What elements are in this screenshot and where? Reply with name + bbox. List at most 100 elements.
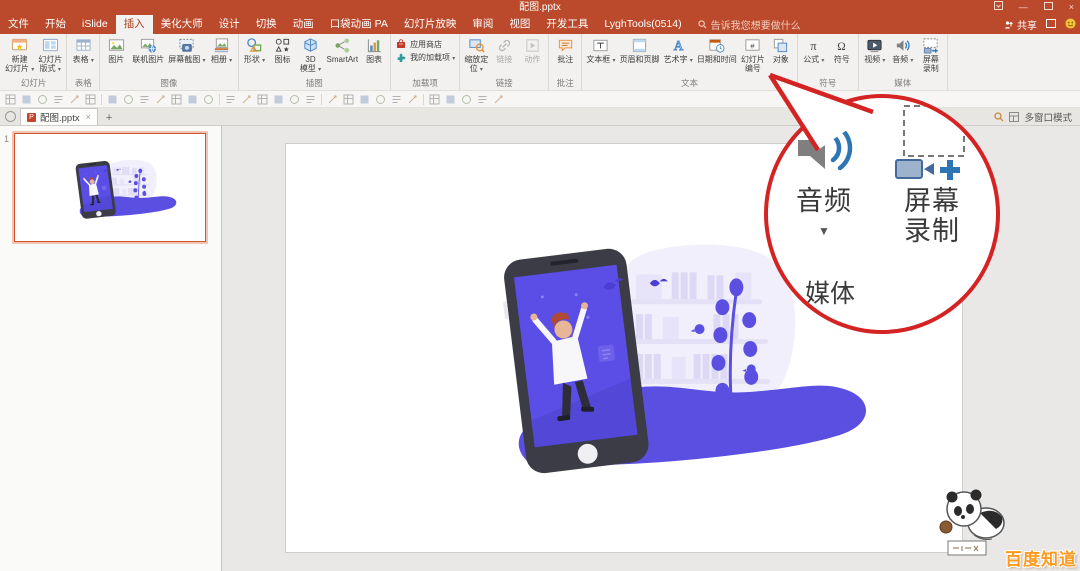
toolstrip-icon[interactable] [139,94,150,105]
tab-animations[interactable]: 动画 [285,15,322,34]
toolstrip-icon[interactable] [343,94,354,105]
tab-lyghtools[interactable]: LyghTools(0514) [596,15,689,34]
ribbon-button-action[interactable]: 动作 [518,35,546,78]
ribbon-button-store[interactable]: 应用商店 [393,38,457,50]
close-button[interactable]: × [1069,0,1074,15]
tab-design[interactable]: 设计 [211,15,248,34]
ribbon-button-album[interactable]: 相册 ▾ [208,35,236,78]
ribbon-button-video[interactable]: 视频 ▾ [861,35,889,78]
toolstrip-icon[interactable] [5,94,16,105]
toolstrip-icon[interactable] [203,94,214,105]
toolstrip-icon[interactable] [477,94,488,105]
tab-meihua-dashi[interactable]: 美化大师 [153,15,211,34]
ribbon-button-symbol[interactable]: Ω 符号 [828,35,856,78]
ribbon-button-new-slide[interactable]: 新建 幻灯片 ▾ [3,35,36,78]
toolstrip-icon[interactable] [257,94,268,105]
docbar-right: 多窗口模式 [994,108,1080,125]
tab-islide[interactable]: iSlide [74,15,116,34]
multi-window-mode-label[interactable]: 多窗口模式 [1024,110,1072,124]
tab-developer[interactable]: 开发工具 [538,15,596,34]
tab-insert[interactable]: 插入 [115,15,153,34]
ribbon-button-icons[interactable]: 图标 [269,35,297,78]
ribbon-group-label-comments: 批注 [556,78,574,88]
toolstrip-icon[interactable] [407,94,418,105]
clock-icon[interactable] [5,111,16,122]
tell-me-search[interactable]: 告诉我您想要做什么 [690,15,809,34]
audio-button-magnified[interactable]: 音频 [782,186,866,216]
ribbon-button-datetime[interactable]: 日期和时间 [695,35,739,78]
ribbon-button-smartart[interactable]: SmartArt [325,35,361,78]
toolstrip-icon[interactable] [37,94,48,105]
screen-record-button-magnified[interactable]: 屏幕 录制 [890,186,974,246]
ribbon-button-comment[interactable]: 批注 [551,35,579,78]
toolstrip-icon[interactable] [273,94,284,105]
wordart-icon: A [670,37,687,54]
toolstrip-icon[interactable] [107,94,118,105]
toolstrip-icon[interactable] [327,94,338,105]
toolstrip-icon[interactable] [241,94,252,105]
toolstrip-icon[interactable] [21,94,32,105]
toolstrip-icon[interactable] [359,94,370,105]
tab-slideshow[interactable]: 幻灯片放映 [396,15,465,34]
toolstrip-icon[interactable] [187,94,198,105]
document-tab-active[interactable]: P 配图.pptx × [20,108,98,125]
ribbon-button-slide-number[interactable]: # 幻灯片 编号 [739,35,767,78]
ribbon-display-options-icon[interactable] [993,0,1003,15]
share-button[interactable]: 共享 [1004,17,1037,32]
ribbon-button-header-footer[interactable]: 页眉和页脚 [618,35,662,78]
toolstrip-icon[interactable] [375,94,386,105]
ribbon-button-table[interactable]: 表格 ▾ [69,35,97,78]
toolstrip-icon[interactable] [53,94,64,105]
tab-close-icon[interactable]: × [86,112,91,122]
toolstrip-icon[interactable] [445,94,456,105]
audio-dropdown-caret[interactable]: ▼ [814,224,834,238]
chart-icon [366,37,383,54]
tab-file[interactable]: 文件 [0,15,37,34]
ribbon: 新建 幻灯片 ▾ 幻灯片 版式 ▾ 幻灯片 表格 ▾ 表格 图片 联机图片 屏幕截图 ▾ 相册 ▾ 图… [0,34,1080,91]
tab-view[interactable]: 视图 [501,15,538,34]
toolstrip-icon[interactable] [391,94,402,105]
restore-button[interactable] [1043,0,1053,15]
minimize-button[interactable]: — [1019,0,1028,15]
toolstrip-icon[interactable] [305,94,316,105]
toolstrip-icon[interactable] [155,94,166,105]
ribbon-button-online-picture[interactable]: 联机图片 [130,35,166,78]
slide-thumbnail-1[interactable] [12,131,208,244]
ribbon-button-screenshot[interactable]: 屏幕截图 ▾ [166,35,207,78]
share-icon [1005,20,1013,28]
ribbon-button-object[interactable]: 对象 [767,35,795,78]
magnifier-callout: 音频 ▼ 屏幕 录制 媒体 [764,94,1000,334]
tab-pocket-animation-pa[interactable]: 口袋动画 PA [322,15,396,34]
ribbon-button-equation[interactable]: π 公式 ▾ [800,35,828,78]
ribbon-button-chart[interactable]: 图表 [360,35,388,78]
toolstrip-icon[interactable] [289,94,300,105]
toolstrip-icon[interactable] [461,94,472,105]
tab-home[interactable]: 开始 [37,15,74,34]
toolstrip-icon[interactable] [429,94,440,105]
toolstrip-icon[interactable] [225,94,236,105]
ribbon-button-picture[interactable]: 图片 [102,35,130,78]
watermark: 百度知道 [1005,550,1077,569]
tabrow-right: 共享 [1004,15,1076,34]
smiley-feedback-icon[interactable] [1065,17,1076,32]
ribbon-button-3d-model[interactable]: 3D 模型 ▾ [297,35,325,78]
ribbon-button-slide-layout[interactable]: 幻灯片 版式 ▾ [36,35,64,78]
ribbon-button-audio[interactable]: 音频 ▾ [889,35,917,78]
ribbon-button-my-addins[interactable]: 我的加载项 ▾ [393,52,457,64]
ribbon-button-textbox[interactable]: 文本框 ▾ [584,35,617,78]
tab-review[interactable]: 审阅 [464,15,501,34]
toolstrip-icon[interactable] [85,94,96,105]
toolstrip-icon[interactable] [69,94,80,105]
new-document-tab-button[interactable]: + [98,112,120,125]
toolstrip-icon[interactable] [171,94,182,105]
ribbon-button-wordart[interactable]: A 艺术字 ▾ [662,35,695,78]
ribbon-button-link[interactable]: 链接 [490,35,518,78]
ribbon-button-shapes[interactable]: 形状 ▾ [241,35,269,78]
ribbon-button-zoom-section[interactable]: 缩放定位 ▾ [462,35,490,78]
window-mode-icon[interactable] [1046,18,1056,31]
toolstrip-icon[interactable] [493,94,504,105]
tab-transitions[interactable]: 切换 [248,15,285,34]
ribbon-button-screen-record[interactable]: 屏幕 录制 [917,35,945,78]
ribbon-group-table: 表格 ▾ 表格 [67,34,101,90]
toolstrip-icon[interactable] [123,94,134,105]
